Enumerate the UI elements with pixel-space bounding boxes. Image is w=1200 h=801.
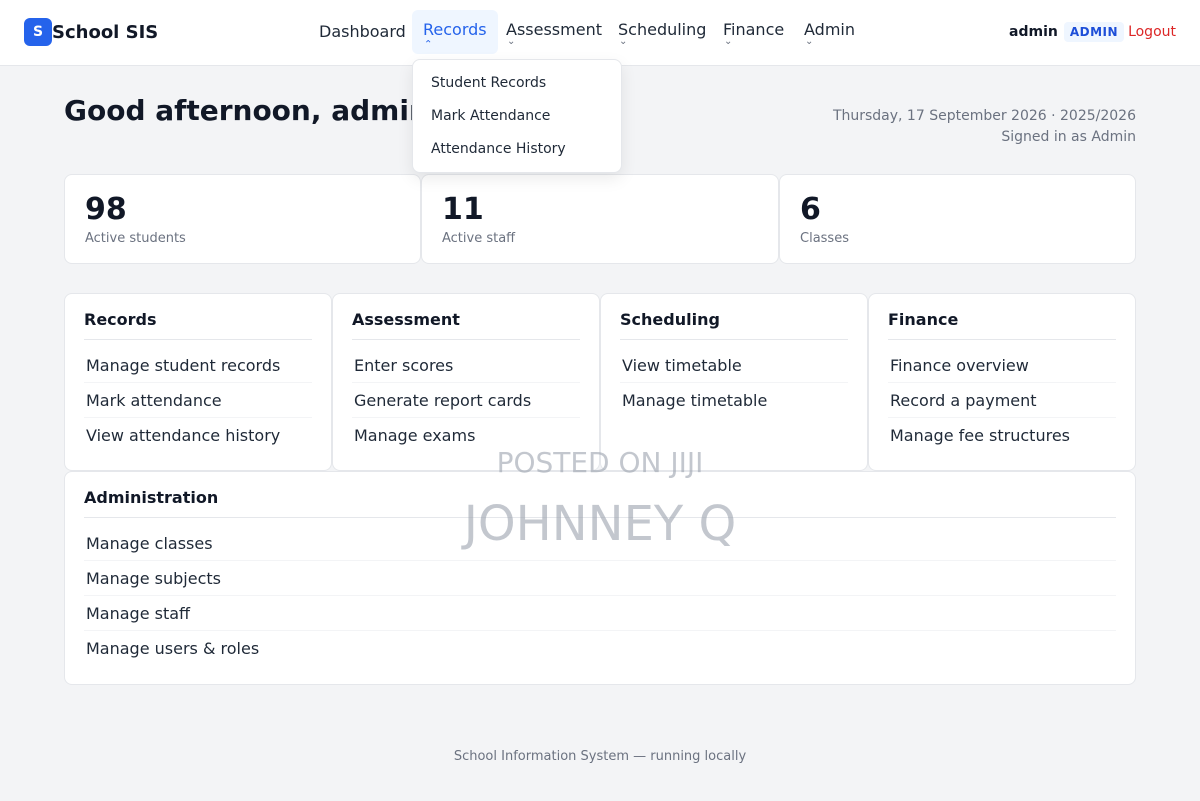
module-title: Finance (888, 310, 1116, 340)
brand[interactable]: S School SIS (24, 18, 158, 46)
link-enter-scores[interactable]: Enter scores (352, 348, 580, 383)
module-title: Administration (84, 488, 1116, 518)
nav-assessment-label: Assessment (506, 20, 602, 39)
module-title: Records (84, 310, 312, 340)
module-card-records: Records Manage student records Mark atte… (64, 293, 332, 471)
records-dropdown-menu: Student Records Mark Attendance Attendan… (412, 59, 622, 173)
stat-label: Active students (85, 231, 186, 246)
stat-value: 98 (85, 192, 127, 227)
nav-scheduling-label: Scheduling (618, 20, 707, 39)
link-finance-overview[interactable]: Finance overview (888, 348, 1116, 383)
link-manage-classes[interactable]: Manage classes (84, 526, 1116, 561)
link-manage-exams[interactable]: Manage exams (352, 418, 580, 453)
link-generate-report-cards[interactable]: Generate report cards (352, 383, 580, 418)
chevron-down-icon: ⌄ (507, 36, 516, 47)
module-card-scheduling: Scheduling View timetable Manage timetab… (600, 293, 868, 471)
nav-admin[interactable]: Admin ⌄ (804, 10, 855, 54)
link-view-timetable[interactable]: View timetable (620, 348, 848, 383)
user-area: admin ADMIN Logout (1009, 22, 1176, 42)
module-card-administration: Administration Manage classes Manage sub… (64, 471, 1136, 685)
stat-card-students: 98 Active students (64, 174, 421, 264)
page-title: Good afternoon, admin (64, 94, 429, 127)
date-line: Thursday, 17 September 2026 · 2025/2026 (832, 108, 1136, 124)
stat-value: 11 (442, 192, 484, 227)
user-name: admin (1009, 24, 1058, 40)
signed-in-line: Signed in as Admin (1001, 129, 1136, 145)
nav-records[interactable]: Records ⌄ (412, 10, 498, 54)
link-view-attendance-history[interactable]: View attendance history (84, 418, 312, 453)
date-info: Thursday, 17 September 2026 · 2025/2026 … (833, 106, 1136, 148)
nav-scheduling[interactable]: Scheduling ⌄ (618, 10, 706, 54)
stat-card-classes: 6 Classes (779, 174, 1136, 264)
footer-text: School Information System — running loca… (453, 749, 747, 764)
link-mark-attendance[interactable]: Mark attendance (84, 383, 312, 418)
role-badge: ADMIN (1063, 22, 1125, 42)
nav-records-label: Records (423, 20, 487, 39)
logout-link[interactable]: Logout (1128, 24, 1176, 40)
chevron-down-icon: ⌄ (805, 36, 814, 47)
menu-item-mark-attendance[interactable]: Mark Attendance (413, 105, 621, 138)
nav-dashboard[interactable]: Dashboard (319, 10, 406, 54)
chevron-up-icon: ⌄ (424, 37, 433, 48)
link-manage-student-records[interactable]: Manage student records (84, 348, 312, 383)
stat-card-staff: 11 Active staff (421, 174, 779, 264)
menu-item-student-records[interactable]: Student Records (413, 72, 621, 105)
top-navbar: S School SIS Dashboard Records ⌄ Assessm… (0, 0, 1200, 66)
brand-name: School SIS (52, 21, 159, 43)
menu-item-attendance-history[interactable]: Attendance History (413, 138, 621, 171)
module-card-assessment: Assessment Enter scores Generate report … (332, 293, 600, 471)
brand-logo-icon: S (24, 18, 52, 46)
chevron-down-icon: ⌄ (619, 36, 628, 47)
nav-assessment[interactable]: Assessment ⌄ (506, 10, 602, 54)
module-title: Scheduling (620, 310, 848, 340)
nav-finance-label: Finance (723, 20, 785, 39)
nav-dashboard-label: Dashboard (319, 22, 406, 41)
link-manage-subjects[interactable]: Manage subjects (84, 561, 1116, 596)
stat-label: Classes (800, 231, 849, 246)
stat-value: 6 (800, 192, 821, 227)
link-manage-fee-structures[interactable]: Manage fee structures (888, 418, 1116, 453)
link-manage-timetable[interactable]: Manage timetable (620, 383, 848, 418)
module-title: Assessment (352, 310, 580, 340)
chevron-down-icon: ⌄ (724, 36, 733, 47)
stat-label: Active staff (442, 231, 516, 246)
link-record-payment[interactable]: Record a payment (888, 383, 1116, 418)
module-card-finance: Finance Finance overview Record a paymen… (868, 293, 1136, 471)
link-manage-staff[interactable]: Manage staff (84, 596, 1116, 631)
nav-finance[interactable]: Finance ⌄ (723, 10, 784, 54)
link-manage-users-roles[interactable]: Manage users & roles (84, 631, 1116, 666)
